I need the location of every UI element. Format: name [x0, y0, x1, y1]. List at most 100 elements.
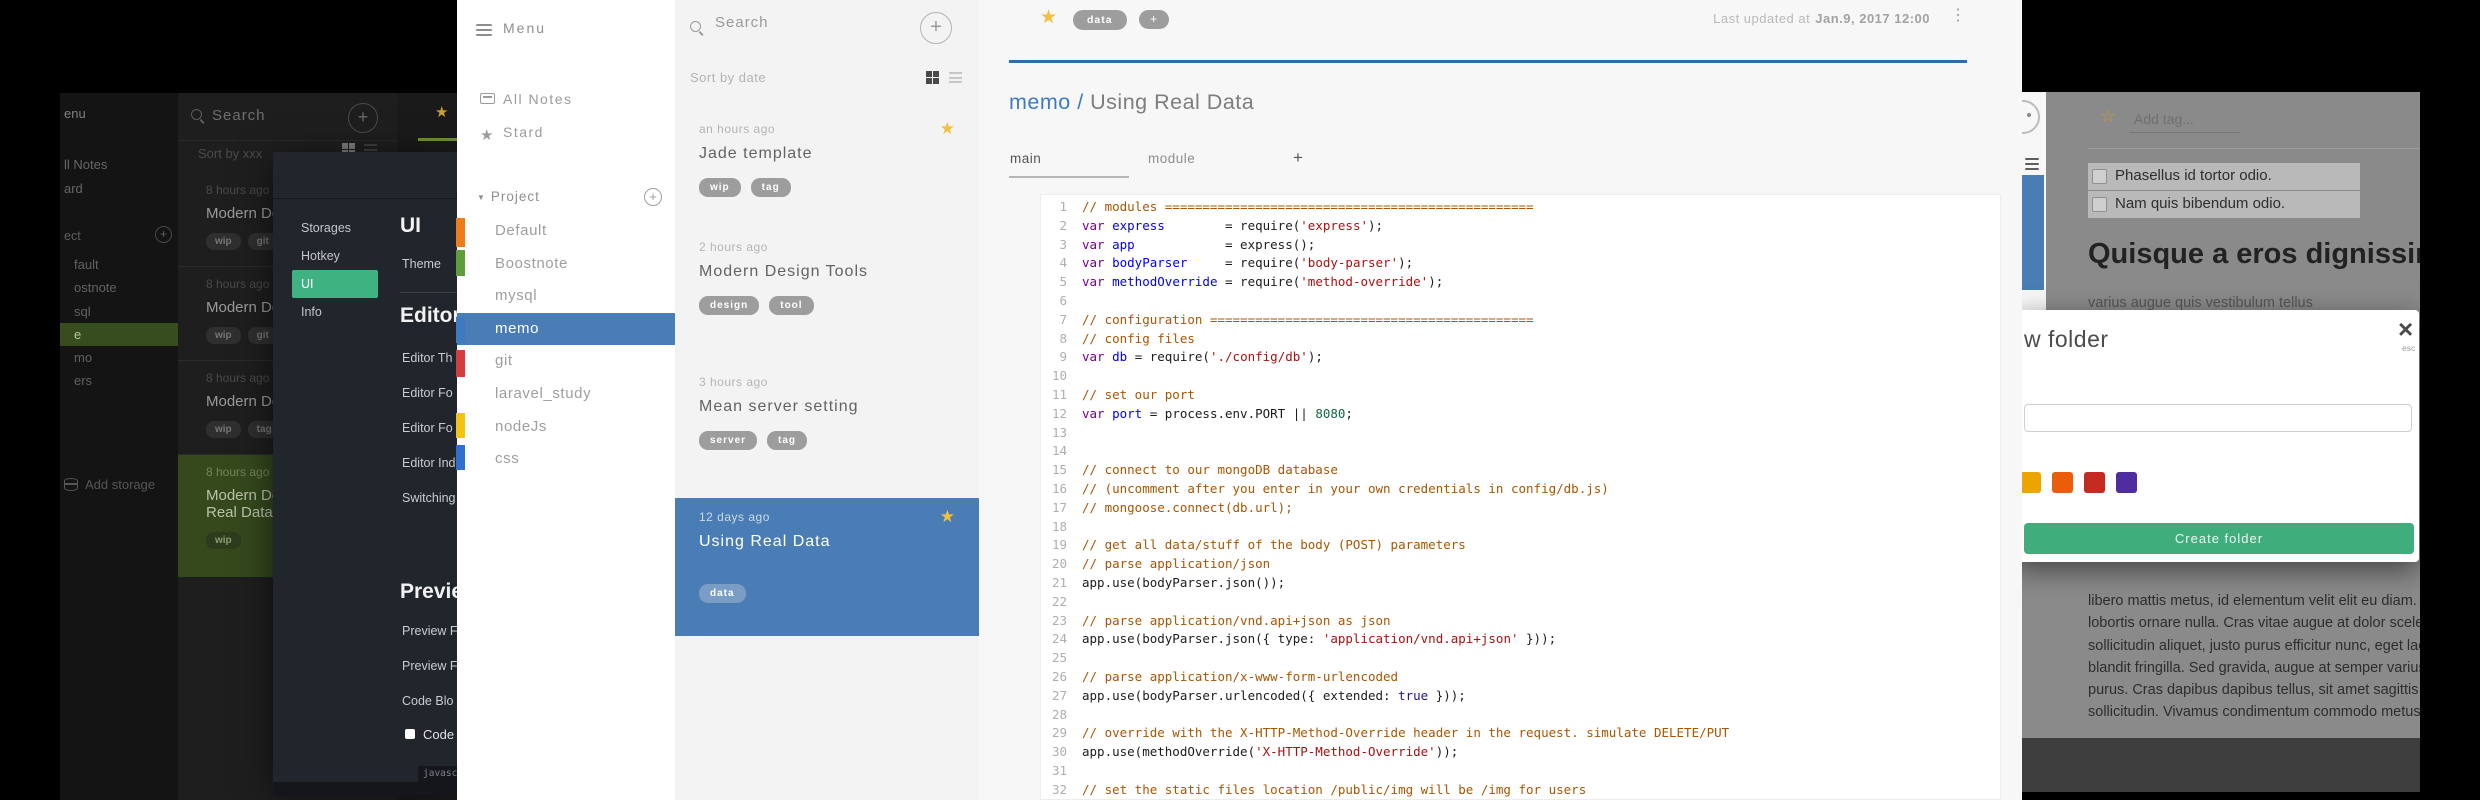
preferences-nav-item[interactable]: Info	[292, 298, 378, 326]
note-card[interactable]: 3 hours ago Mean server setting server t…	[675, 363, 979, 498]
settings-row[interactable]: Editor Fo	[402, 420, 457, 455]
last-updated-value: Jan.9, 2017 12:00	[1815, 11, 1930, 26]
dark-add-storage-button[interactable]: Add storage	[64, 477, 155, 492]
preferences-nav-item[interactable]: Hotkey	[292, 242, 378, 270]
create-folder-button[interactable]: Create folder	[2024, 523, 2414, 554]
dark-folder-item[interactable]: ostnote	[60, 276, 178, 299]
dark-add-folder-button[interactable]	[155, 226, 172, 243]
color-swatch[interactable]	[2116, 472, 2137, 493]
settings-row[interactable]: Editor Ind	[402, 455, 457, 490]
folder-item[interactable]: Boostnote	[457, 248, 675, 281]
search-input[interactable]	[713, 13, 897, 32]
more-options-button[interactable]	[1950, 5, 1966, 25]
preferences-nav-item[interactable]: Storages	[292, 214, 378, 242]
project-tree-toggle[interactable]: Project	[477, 189, 540, 204]
paragraph-line: blandit fringilla. Sed gravida, augue at…	[2088, 659, 2420, 676]
dark-folder-item[interactable]: ers	[60, 369, 178, 392]
sidebar-item-label: Stard	[503, 124, 544, 140]
color-swatch[interactable]	[2052, 472, 2073, 493]
tag-pill: wip	[206, 233, 241, 250]
folder-item[interactable]: memo	[457, 312, 675, 346]
settings-row[interactable]: Switching	[402, 490, 457, 525]
dark-sidebar: enu ll Notes ard ect fault ostnote sql e…	[60, 93, 178, 800]
chevron-down-icon	[477, 189, 491, 204]
settings-checkbox[interactable]	[405, 729, 415, 739]
note-card[interactable]: 12 days ago Using Real Data data	[675, 498, 979, 636]
star-toggle[interactable]	[1040, 6, 1057, 29]
dark-folder-item[interactable]: mo	[60, 346, 178, 369]
new-tab-button[interactable]: +	[1293, 148, 1303, 168]
settings-row[interactable]: Editor Th	[402, 350, 457, 385]
add-folder-button[interactable]	[644, 188, 662, 206]
sidebar-item-starred[interactable]: Stard	[457, 117, 675, 150]
settings-row[interactable]: Preview F	[402, 658, 457, 693]
settings-row[interactable]: Theme	[402, 256, 457, 291]
window-bottom-band	[2022, 738, 2420, 792]
tag-pill: data	[699, 584, 746, 603]
star-icon[interactable]	[940, 507, 955, 527]
code-token: = require(	[1127, 349, 1210, 365]
settings-row[interactable]: Editor Fo	[402, 385, 457, 420]
note-title: Jade template	[699, 145, 813, 162]
code-token: // configuration =======================…	[1082, 311, 1534, 327]
dark-sort-label[interactable]: Sort by xxx	[198, 146, 262, 161]
dark-project-label[interactable]: ect	[64, 229, 81, 243]
tag-pill: server	[699, 431, 758, 450]
dark-sidebar-nav-item[interactable]: ard	[60, 177, 178, 201]
folder-item[interactable]: nodeJs	[457, 411, 675, 444]
code-text: var db = require('./config/db');	[1082, 348, 1323, 367]
dark-sidebar-nav-item[interactable]: ll Notes	[60, 153, 178, 177]
list-view-icon[interactable]	[949, 71, 962, 86]
code-editor[interactable]: 1 // modules ===========================…	[1040, 194, 2001, 800]
dark-search-bar[interactable]: Search	[178, 93, 397, 141]
code-token: 'express'	[1300, 217, 1368, 233]
folder-item[interactable]: git	[457, 345, 675, 378]
note-card[interactable]: an hours ago Jade template wip tag	[675, 110, 979, 228]
line-number: 16	[1051, 480, 1067, 496]
line-number: 9	[1059, 349, 1067, 365]
note-card[interactable]: 2 hours ago Modern Design Tools design t…	[675, 228, 979, 363]
settings-row[interactable]: Preview F	[402, 623, 457, 658]
grid-view-icon[interactable]	[926, 71, 939, 84]
tag-pill[interactable]: data	[1073, 10, 1127, 30]
dark-folder-item[interactable]: fault	[60, 253, 178, 276]
close-icon[interactable]	[2398, 314, 2413, 345]
sort-by-label[interactable]: Sort by date	[690, 70, 766, 85]
code-line: 24 app.use(bodyParser.json({ type: 'appl…	[1041, 630, 2000, 649]
settings-preview-rows: Preview F Preview F Code Blo	[402, 623, 457, 728]
preferences-nav-item[interactable]: UI	[292, 270, 378, 298]
paragraph-line: lobortis ornare nulla. Cras vitae augue …	[2088, 615, 2420, 632]
folder-item[interactable]: mysql	[457, 280, 675, 313]
star-icon[interactable]	[940, 119, 955, 139]
add-tag-button[interactable]: +	[1138, 10, 1169, 29]
dark-menu-label[interactable]: enu	[64, 106, 86, 121]
folder-name-input[interactable]	[2024, 404, 2412, 432]
code-text: // mongoose.connect(db.url);	[1082, 499, 1293, 518]
new-note-button[interactable]	[920, 12, 952, 44]
tab-main[interactable]: main	[1010, 151, 1041, 166]
line-number: 14	[1051, 443, 1067, 459]
folder-item[interactable]: css	[457, 443, 675, 476]
code-text: var app = express();	[1082, 236, 1315, 255]
settings-row[interactable]: Code Blo	[402, 693, 457, 728]
menu-label[interactable]: Menu	[503, 20, 546, 36]
folder-item[interactable]: Default	[457, 215, 675, 248]
dark-folder-item[interactable]: sql	[60, 300, 178, 323]
tag-pill: wip	[206, 532, 241, 549]
dark-new-note-button[interactable]	[348, 103, 378, 133]
line-number: 12	[1051, 405, 1067, 421]
color-swatch[interactable]	[2022, 472, 2041, 493]
tag-pill: tool	[769, 296, 814, 315]
note-list-panel: Sort by date an hours ago Jade template …	[675, 0, 979, 800]
color-swatch[interactable]	[2084, 472, 2105, 493]
sidebar-item-all-notes[interactable]: All Notes	[457, 84, 675, 117]
code-token: = require(	[1217, 274, 1301, 290]
hamburger-icon[interactable]	[476, 24, 492, 39]
dark-folder-item[interactable]: e	[60, 322, 178, 347]
breadcrumb-folder[interactable]: memo /	[1009, 90, 1090, 114]
tab-module[interactable]: module	[1148, 151, 1195, 166]
folder-item[interactable]: laravel_study	[457, 378, 675, 411]
code-token: // get all data/stuff of the body (POST)…	[1082, 537, 1466, 553]
code-line: 11 // set our port	[1041, 386, 2000, 405]
